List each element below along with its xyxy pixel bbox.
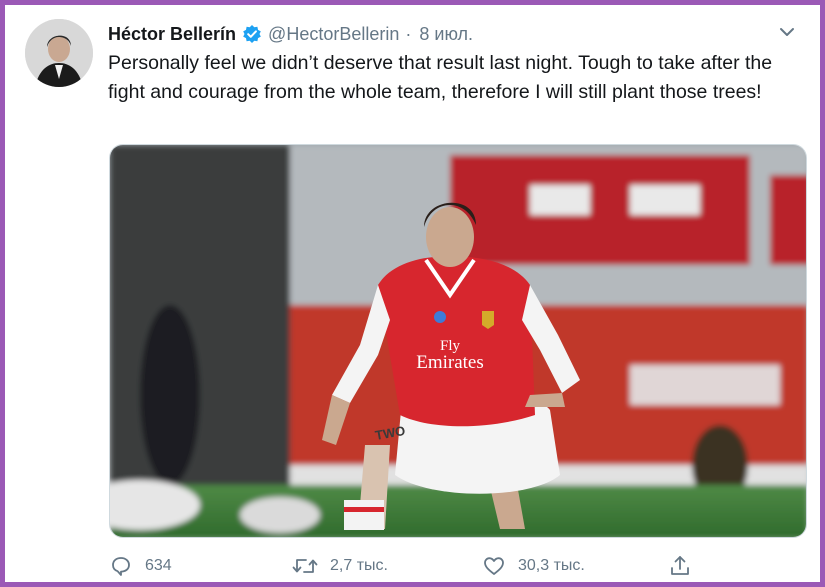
avatar[interactable] xyxy=(25,19,93,87)
tweet-header: Héctor Bellerín @HectorBellerin · 8 июл. xyxy=(108,21,473,47)
like-button[interactable]: 30,3 тыс. xyxy=(482,549,585,583)
retweet-button[interactable]: 2,7 тыс. xyxy=(292,549,388,583)
share-icon xyxy=(668,554,692,578)
shirt-sponsor-line2: Emirates xyxy=(416,352,484,373)
like-count: 30,3 тыс. xyxy=(518,557,585,574)
reply-button[interactable]: 634 xyxy=(109,549,172,583)
more-options-button[interactable] xyxy=(776,23,798,45)
separator-dot: · xyxy=(405,23,412,44)
chevron-down-icon xyxy=(778,23,796,46)
tweet-text: Personally feel we didn’t deserve that r… xyxy=(108,52,773,103)
reply-count: 634 xyxy=(145,557,172,574)
tweet-date[interactable]: 8 июл. xyxy=(419,24,473,45)
reply-icon xyxy=(109,554,133,578)
share-button[interactable] xyxy=(668,549,692,583)
retweet-icon xyxy=(292,554,318,578)
verified-badge-icon xyxy=(242,24,262,44)
retweet-count: 2,7 тыс. xyxy=(330,557,388,574)
like-icon xyxy=(482,554,506,578)
tweet-photo[interactable]: Fly Emirates TWO xyxy=(109,144,807,538)
author-name[interactable]: Héctor Bellerín xyxy=(108,24,236,45)
author-handle[interactable]: @HectorBellerin xyxy=(268,24,399,45)
tweet-actions: 634 2,7 тыс. 30,3 тыс. xyxy=(109,549,709,583)
tweet-card: Héctor Bellerín @HectorBellerin · 8 июл.… xyxy=(0,0,825,587)
